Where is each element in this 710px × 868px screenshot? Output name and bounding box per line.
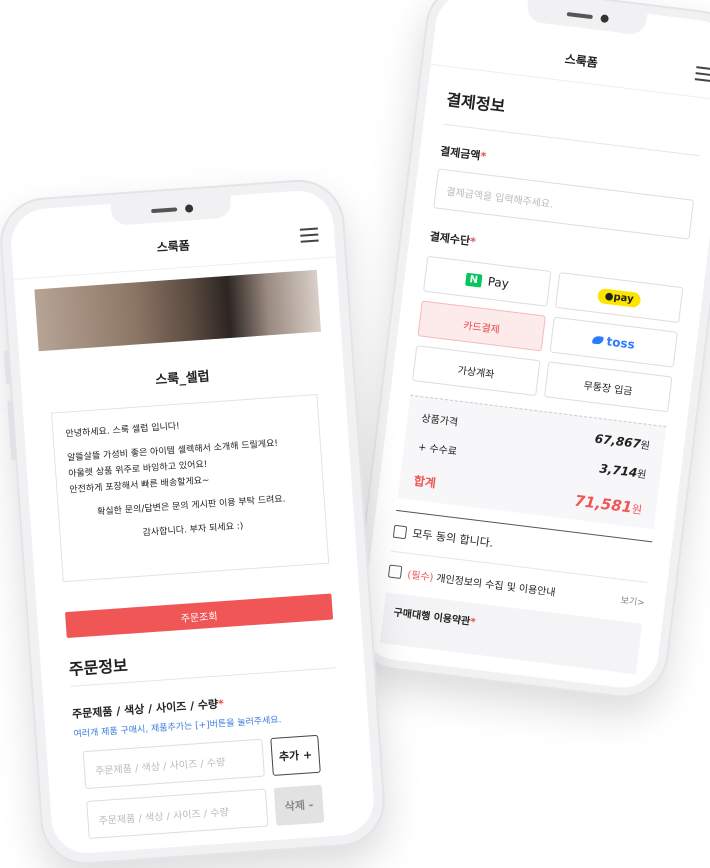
app-title: 스룩폼 — [563, 52, 599, 71]
product-price-label: 상품가격 — [420, 413, 459, 429]
order-item-input[interactable]: 주문제품 / 색상 / 사이즈 / 수량 — [86, 788, 269, 840]
terms-label: 구매대행 이용약관 — [392, 607, 471, 628]
speaker-icon — [566, 12, 593, 20]
currency-unit: 원 — [631, 502, 643, 517]
notch — [525, 0, 648, 36]
naverpay-button[interactable]: N Pay — [422, 255, 552, 307]
total-label: 합계 — [412, 473, 437, 491]
currency-unit: 원 — [639, 440, 651, 453]
fee-value: 3,714 — [598, 461, 639, 480]
required-tag: (필수) — [406, 569, 434, 584]
shop-banner-image — [34, 269, 322, 352]
currency-unit: 원 — [636, 469, 647, 482]
price-summary: 상품가격 67,867원 + 수수료 3,714원 합계 71,581원 — [397, 394, 667, 530]
kakaopay-button[interactable]: ●pay — [554, 272, 684, 323]
left-phone: 스룩폼 스룩_셀럽 안녕하세요. 스룩 셀럽 입니다! 알뜰살뜰 가성비 좋은 … — [0, 176, 388, 868]
speaker-icon — [150, 207, 177, 214]
total-row: 합계 71,581원 — [413, 471, 644, 518]
shop-intro-box: 안녕하세요. 스룩 셀럽 입니다! 알뜰살뜰 가성비 좋은 아이템 셀렉해서 소… — [51, 393, 330, 583]
fee-label: + 수수료 — [417, 442, 458, 458]
app-header: 스룩폼 — [10, 210, 336, 280]
checkbox[interactable] — [392, 524, 408, 539]
app-title: 스룩폼 — [156, 238, 191, 255]
product-price-value: 67,867 — [593, 431, 642, 452]
virtual-account-button[interactable]: 가상계좌 — [412, 345, 541, 397]
payment-title: 결제정보 — [445, 90, 507, 117]
side-button — [3, 350, 11, 385]
order-lookup-button[interactable]: 주문조회 — [64, 593, 334, 639]
camera-icon — [600, 14, 610, 24]
agree-all-label: 모두 동의 합니다. — [411, 527, 494, 550]
side-button — [7, 400, 17, 461]
view-link[interactable]: 보기> — [620, 593, 646, 609]
hamburger-menu-icon[interactable] — [694, 66, 710, 82]
kakaopay-logo-icon: ●pay — [597, 287, 642, 308]
add-item-button[interactable]: 추가 + — [270, 734, 321, 777]
order-item-input[interactable]: 주문제품 / 색상 / 사이즈 / 수량 — [82, 738, 265, 790]
toss-label: toss — [605, 334, 636, 352]
order-info-title: 주문정보 — [68, 655, 129, 679]
naverpay-logo-icon: N — [464, 272, 483, 288]
delete-item-button[interactable]: 삭제 - — [273, 784, 325, 826]
toss-button[interactable]: toss — [549, 316, 678, 368]
bank-transfer-button[interactable]: 무통장 입금 — [544, 361, 673, 413]
card-payment-button[interactable]: 카드결제 — [417, 300, 546, 352]
camera-icon — [184, 204, 193, 213]
payment-methods: N Pay ●pay 카드결제 toss 가상계좌 무통장 입금 — [412, 255, 684, 413]
left-screen: 스룩폼 스룩_셀럽 안녕하세요. 스룩 셀럽 입니다! 알뜰살뜰 가성비 좋은 … — [8, 188, 377, 856]
toss-logo-icon — [592, 335, 605, 345]
right-phone: 스룩폼 결제정보 결제금액* 결제금액을 입력해주세요. 결제수단* N Pay… — [347, 0, 710, 703]
agree-all-row[interactable]: 모두 동의 합니다. — [392, 523, 651, 570]
right-screen: 스룩폼 결제정보 결제금액* 결제금액을 입력해주세요. 결제수단* N Pay… — [358, 0, 710, 692]
hamburger-menu-icon[interactable] — [299, 227, 319, 243]
privacy-label: 개인정보의 수집 및 이용안내 — [435, 573, 556, 599]
checkbox[interactable] — [387, 564, 403, 579]
total-value: 71,581 — [573, 491, 634, 517]
shop-name: 스룩_셀럽 — [154, 369, 211, 389]
naverpay-label: Pay — [486, 274, 510, 291]
